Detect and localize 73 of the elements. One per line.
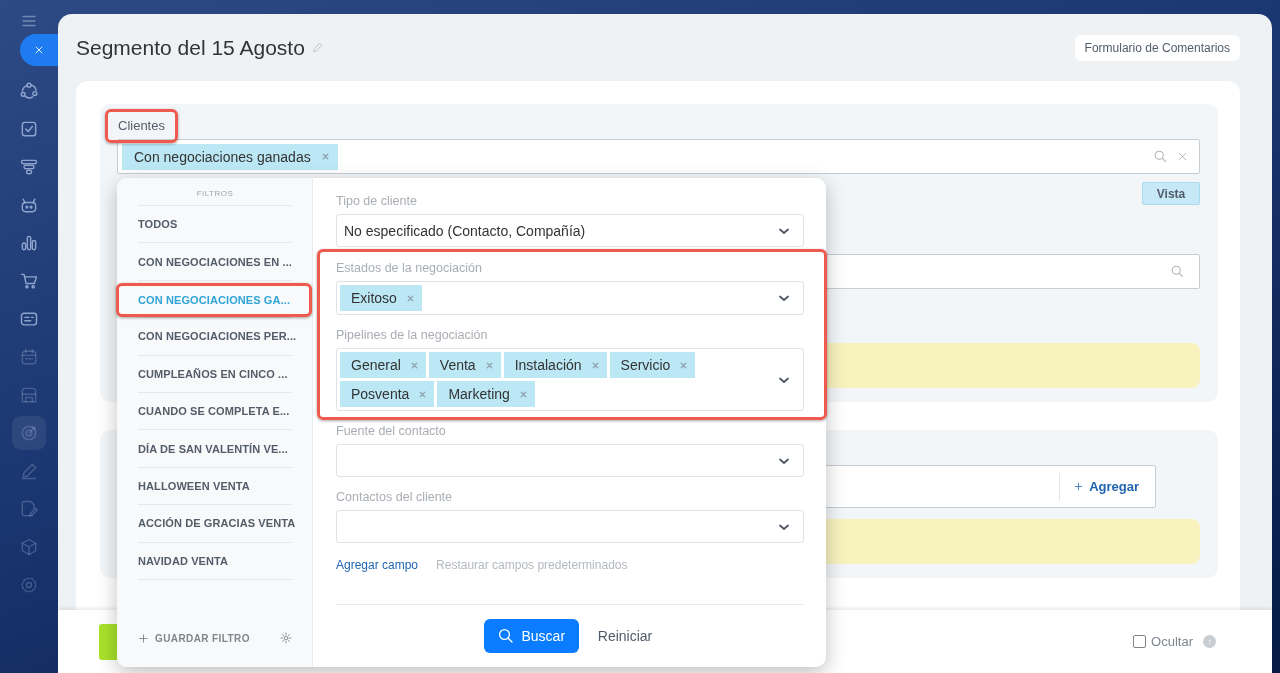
add-field-link[interactable]: Agregar campo [336, 558, 419, 572]
cube-icon [19, 537, 39, 557]
tag-label: General [351, 357, 401, 373]
search-button[interactable]: Buscar [483, 619, 579, 653]
field-label: Tipo de cliente [336, 195, 418, 208]
checkbox-icon [19, 119, 39, 139]
tag-label: Posventa [351, 386, 410, 402]
tag-label: Marketing [448, 386, 510, 402]
filter-preset[interactable]: NAVIDAD VENTA [138, 542, 292, 579]
pencil-icon [310, 41, 324, 54]
storefront-icon [19, 385, 39, 405]
tag-label: Venta [439, 357, 476, 373]
select-field[interactable]: General Venta Instalación Servicio Posventa Marketing [336, 348, 804, 411]
calendar-icon [19, 347, 39, 367]
close-icon [33, 44, 45, 56]
checkbox-label: Ocultar [1151, 634, 1193, 649]
filter-preset[interactable]: CON NEGOCIACIONES EN ... [138, 243, 292, 280]
remove-icon [418, 389, 428, 399]
remove-icon [320, 152, 330, 161]
feedback-button[interactable]: Formulario de Comentarios [1074, 34, 1240, 61]
robot-icon [19, 195, 39, 215]
save-filter-button[interactable]: GUARDAR FILTRO [138, 632, 250, 644]
pen-icon [19, 461, 39, 481]
filter-preset[interactable]: CUMPLEAÑOS EN CINCO ... [138, 355, 292, 392]
filter-preset[interactable]: HALLOWEEN VENTA [138, 467, 292, 505]
select-field[interactable] [336, 444, 804, 477]
filter-preset[interactable]: DÍA DE SAN VALENTÍN VE... [138, 430, 292, 467]
tag-label: Exitoso [351, 290, 397, 306]
preview-button[interactable]: Vista [1142, 182, 1200, 205]
select-field[interactable] [336, 510, 804, 543]
checkbox[interactable] [1133, 635, 1147, 648]
plus-icon [1073, 481, 1085, 492]
settings-icon [19, 575, 39, 595]
funnel-icon [19, 157, 39, 177]
settings-icon [280, 632, 292, 644]
search-field[interactable]: Con negociaciones ganadas [117, 139, 1200, 174]
tag-label: Con negociaciones ganadas [134, 148, 311, 165]
filter-preset[interactable]: CUANDO SE COMPLETA E... [138, 392, 292, 430]
settings-button[interactable] [280, 632, 292, 644]
section-label: Clientes [117, 118, 165, 133]
remove-icon [679, 360, 689, 370]
remove-icon [590, 360, 600, 370]
tag-label: Instalación [514, 357, 582, 373]
cycle-icon [19, 81, 39, 101]
tag-label: Servicio [620, 357, 671, 373]
page-title: Segmento del 15 Agosto [76, 35, 305, 60]
close-button[interactable] [20, 34, 58, 66]
select-value: No especificado (Contacto, Compañía) [344, 222, 586, 239]
sidebar-heading: FILTROS [138, 178, 292, 206]
card-icon [19, 309, 39, 329]
cart-icon [19, 271, 39, 291]
field-label: Estados de la negociación [336, 262, 483, 275]
remove-icon [409, 360, 419, 370]
sidebar-item[interactable] [12, 416, 46, 450]
search-icon [1170, 264, 1185, 279]
search-icon [1153, 149, 1168, 164]
remove-icon [405, 293, 415, 303]
reset-button[interactable]: Reiniciar [597, 628, 653, 644]
plus-icon [138, 632, 149, 644]
field-label: Fuente del contacto [336, 425, 447, 438]
target-icon [19, 423, 39, 443]
close-icon [1176, 150, 1189, 163]
select-field[interactable]: Exitoso [336, 281, 804, 315]
filter-preset[interactable]: TODOS [138, 206, 292, 243]
field-label: Pipelines de la negociación [336, 329, 489, 342]
select-field[interactable]: No especificado (Contacto, Compañía) [336, 214, 804, 247]
remove-icon [518, 389, 528, 399]
field-label: Contactos del cliente [336, 491, 454, 504]
add-button[interactable]: Agregar [1059, 472, 1155, 501]
help-icon[interactable] [1203, 635, 1216, 648]
remove-icon [484, 360, 494, 370]
bar-chart-icon [19, 233, 39, 253]
document-icon [19, 499, 39, 519]
